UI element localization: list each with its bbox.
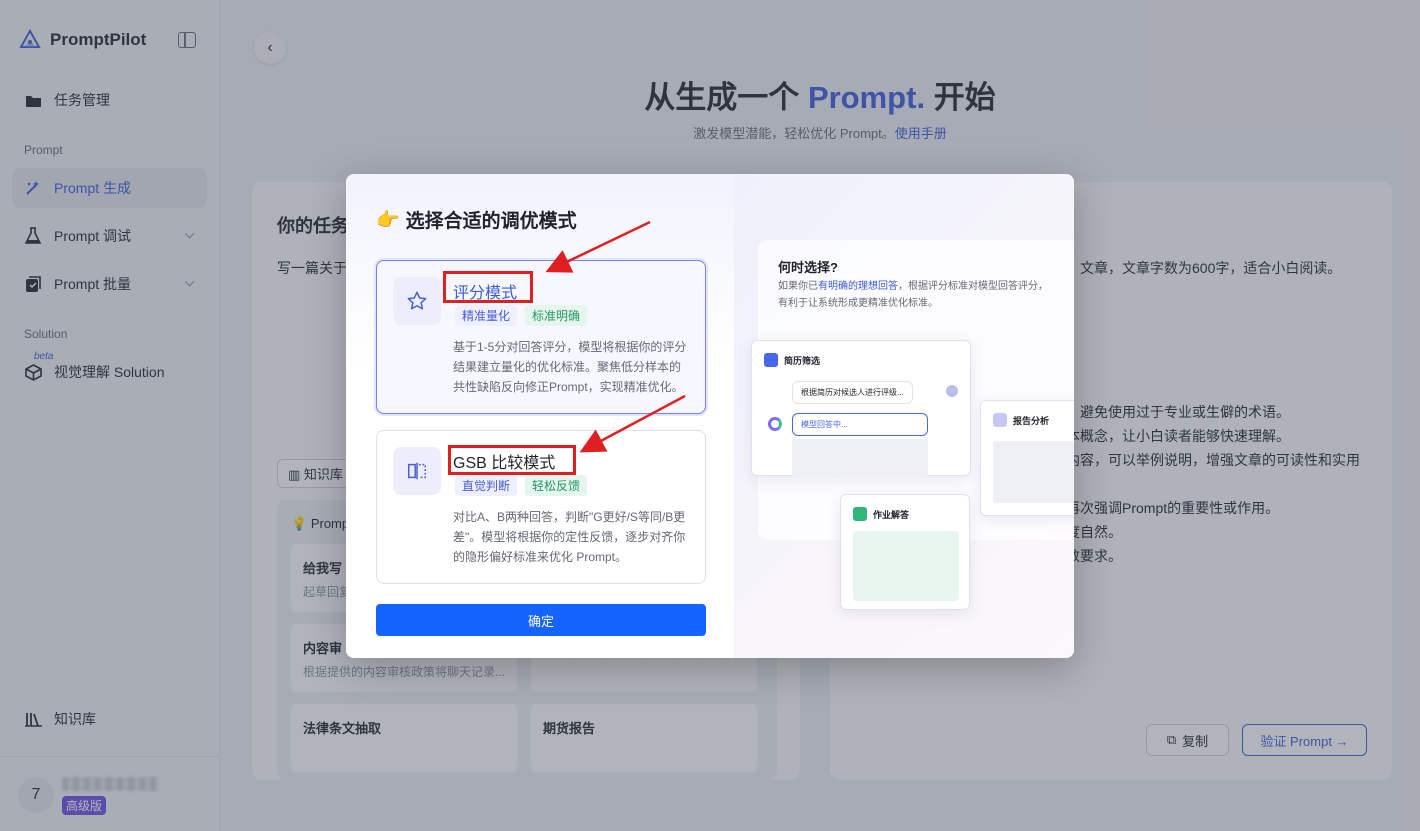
mode-tags: 直觉判断 轻松反馈 — [455, 475, 588, 496]
model-logo-icon — [768, 417, 782, 431]
pointing-hand-icon: 👉 — [376, 209, 400, 231]
compare-icon — [393, 447, 441, 495]
preview-card-title: 简历筛选 — [784, 355, 821, 366]
preview-homework-card: 作业解答 — [840, 494, 970, 610]
dialog-title-text: 选择合适的调优模式 — [405, 211, 577, 232]
annotation-box — [448, 445, 576, 475]
preview-card-title: 作业解答 — [873, 509, 910, 520]
preview-card-title: 报告分析 — [1013, 415, 1050, 426]
confirm-button[interactable]: 确定 — [376, 604, 706, 636]
tuning-mode-dialog: 👉 选择合适的调优模式 评分模式 精准量化 标准明确 基于1-5分对回答评分，模… — [346, 174, 1074, 658]
mode-card-score[interactable]: 评分模式 精准量化 标准明确 基于1-5分对回答评分，模型将根据你的评分结果建立… — [376, 260, 706, 414]
preview-title: 何时选择? — [778, 260, 838, 275]
mode-description: 基于1-5分对回答评分，模型将根据你的评分结果建立量化的优化标准。聚焦低分样本的… — [453, 340, 687, 394]
preview-resume-card: 简历筛选 根据简历对候选人进行评级... 模型回答中... — [751, 340, 971, 477]
mode-tag: 标准明确 — [525, 305, 588, 326]
mode-tag: 轻松反馈 — [525, 475, 588, 496]
model-bubble: 模型回答中... — [792, 413, 928, 436]
preview-text-highlight: 有明确的理想回答 — [818, 281, 898, 292]
placeholder-block — [792, 439, 928, 477]
placeholder-block — [993, 441, 1074, 503]
mode-tag: 直觉判断 — [455, 475, 518, 496]
user-bubble: 根据简历对候选人进行评级... — [792, 381, 913, 404]
report-icon — [993, 413, 1007, 427]
preview-report-card: 报告分析 — [980, 400, 1074, 516]
preview-card-head: 作业解答 — [853, 507, 909, 521]
mode-description: 对比A、B两种回答，判断"G更好/S等同/B更差"。模型将根据你的定性反馈，逐步… — [453, 510, 686, 564]
mode-tags: 精准量化 标准明确 — [455, 305, 588, 326]
mode-selection-pane: 👉 选择合适的调优模式 评分模式 精准量化 标准明确 基于1-5分对回答评分，模… — [346, 174, 734, 658]
mode-tag: 精准量化 — [455, 305, 518, 326]
mode-preview-pane: 何时选择? 如果你已有明确的理想回答，根据评分标准对模型回答评分，有利于让系统形… — [734, 174, 1074, 658]
preview-text-pre: 如果你已 — [778, 281, 818, 292]
annotation-box — [443, 271, 533, 303]
star-icon — [393, 277, 441, 325]
dialog-title: 👉 选择合适的调优模式 — [376, 206, 577, 233]
user-avatar-icon — [946, 385, 958, 397]
placeholder-block — [853, 531, 959, 601]
preview-card-head: 简历筛选 — [764, 353, 820, 367]
send-icon — [764, 353, 778, 367]
preview-card-head: 报告分析 — [993, 413, 1049, 427]
preview-text: 如果你已有明确的理想回答，根据评分标准对模型回答评分，有利于让系统形成更精准优化… — [778, 278, 1048, 312]
pencil-icon — [853, 507, 867, 521]
